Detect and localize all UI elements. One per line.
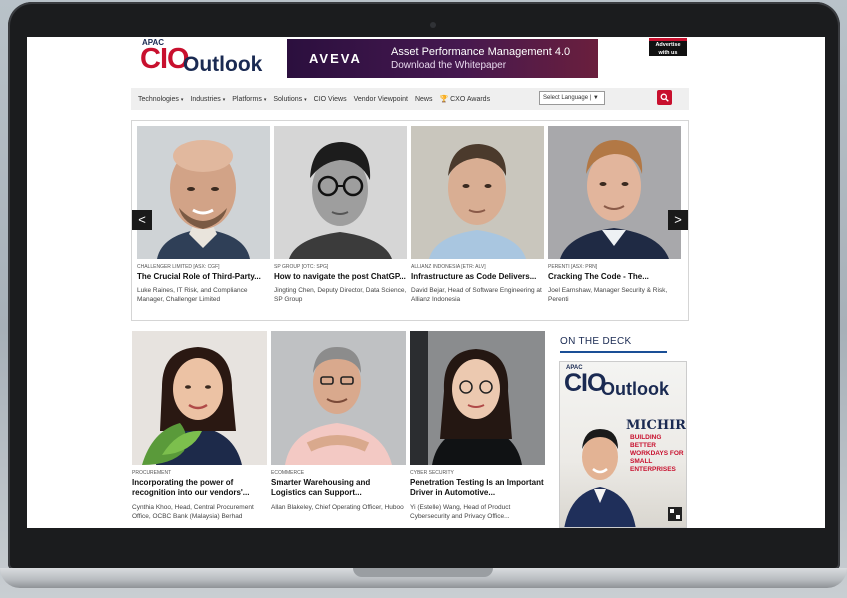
nav-label: Technologies: [138, 95, 179, 103]
nav-item-cio-views[interactable]: CIO Views: [314, 96, 347, 103]
site-logo[interactable]: APAC CIO Outlook: [140, 38, 270, 82]
nav-item-solutions[interactable]: Solutions ▾: [273, 96, 306, 103]
profile-photo: [548, 126, 681, 259]
nav-label: CIO Views: [313, 95, 347, 103]
section-heading: ON THE DECK: [560, 336, 632, 347]
nav-item-platforms[interactable]: Platforms ▾: [232, 96, 266, 103]
carousel-card[interactable]: PERENTI [ASX: PRN] Cracking The Code - T…: [548, 126, 681, 304]
chevron-down-icon: ▾: [222, 96, 226, 103]
mag-cio: CIO: [564, 369, 606, 397]
logo-cio: CIO: [140, 43, 190, 75]
search-button[interactable]: [657, 90, 672, 105]
profile-photo: [132, 331, 267, 465]
article-card[interactable]: PROCUREMENT Incorporating the power of r…: [132, 331, 267, 521]
article-title[interactable]: How to navigate the post ChatGP...: [274, 272, 407, 281]
author-info: David Bejar, Head of Software Engineerin…: [411, 287, 542, 303]
nav-item-vendor-viewpoint[interactable]: Vendor Viewpoint: [354, 96, 408, 103]
main-nav: Technologies ▾ Industries ▾ Platforms ▾ Sol…: [131, 88, 689, 110]
nav-label: 🏆 CXO Awards: [439, 96, 491, 103]
company-tag: SP GROUP [OTC: SPG]: [274, 264, 329, 270]
carousel-card[interactable]: ALLIANZ INDONESIA [ETR: ALV] Infrastruct…: [411, 126, 544, 304]
profile-photo: [411, 126, 544, 259]
article-title[interactable]: Cracking The Code - The...: [548, 272, 681, 281]
laptop-notch: [353, 568, 493, 577]
author-info: Joel Earnshaw, Manager Security & Risk, …: [548, 287, 668, 303]
profile-photo: [271, 331, 406, 465]
article-title[interactable]: Incorporating the power of recognition i…: [132, 478, 267, 498]
article-card[interactable]: ECOMMERCE Smarter Warehousing and Logist…: [271, 331, 406, 512]
article-title[interactable]: The Crucial Role of Third-Party...: [137, 272, 270, 281]
article-title[interactable]: Smarter Warehousing and Logistics can Su…: [271, 478, 406, 498]
chevron-down-icon: ▾: [304, 96, 307, 103]
banner-title: Asset Performance Management 4.0: [391, 46, 571, 58]
profile-photo: [410, 331, 545, 465]
mag-headline: BUILDING BETTER WORKDAYS FOR SMALL ENTER…: [630, 434, 684, 473]
camera-icon: [430, 22, 436, 28]
author-info: Luke Raines, IT Risk, and Compliance Man…: [137, 287, 248, 303]
chevron-down-icon: ▾: [263, 96, 267, 103]
magazine-cover[interactable]: APAC CIO Outlook MICHIRU BUILDING BETTER…: [559, 361, 687, 528]
article-card[interactable]: CYBER SECURITY Penetration Testing Is an…: [410, 331, 545, 521]
category-tag: PROCUREMENT: [132, 470, 172, 476]
mag-outlook: Outlook: [601, 379, 669, 399]
carousel-next-button[interactable]: >: [668, 210, 688, 230]
language-select[interactable]: Select Language | ▼: [539, 91, 605, 105]
ad-banner[interactable]: AVEVA Asset Performance Management 4.0 D…: [287, 39, 598, 78]
nav-label: Industries: [190, 95, 221, 103]
company-tag: PERENTI [ASX: PRN]: [548, 264, 598, 270]
author-info: Jingting Chen, Deputy Director, Data Sci…: [274, 287, 407, 303]
mag-company: MICHIRU: [626, 418, 686, 433]
nav-item-news[interactable]: News: [415, 96, 433, 103]
nav-label: Solutions: [273, 95, 303, 103]
author-info: Cynthia Khoo, Head, Central Procurement …: [132, 504, 254, 520]
profile-photo: [137, 126, 270, 259]
article-title[interactable]: Infrastructure as Code Delivers...: [411, 272, 544, 281]
nav-item-technologies[interactable]: Technologies ▾: [138, 96, 183, 103]
nav-label: Platforms: [232, 95, 262, 103]
advertise-line1: Advertise: [655, 42, 681, 48]
article-title[interactable]: Penetration Testing Is an Important Driv…: [410, 478, 545, 498]
logo-outlook: Outlook: [183, 53, 263, 76]
author-info: Allan Blakeley, Chief Operating Officer,…: [271, 504, 404, 511]
chevron-down-icon: ▾: [180, 96, 184, 103]
nav-item-cxo-awards[interactable]: 🏆 CXO Awards: [439, 95, 490, 103]
nav-label: News: [414, 95, 433, 103]
carousel-prev-button[interactable]: <: [132, 210, 152, 230]
nav-label: Vendor Viewpoint: [353, 95, 408, 103]
banner-brand: AVEVA: [309, 51, 362, 66]
featured-carousel: CHALLENGER LIMITED [ASX: CGF] The Crucia…: [131, 120, 689, 321]
category-tag: CYBER SECURITY: [410, 470, 454, 476]
search-icon: [660, 93, 669, 102]
company-tag: CHALLENGER LIMITED [ASX: CGF]: [137, 264, 220, 270]
nav-item-industries[interactable]: Industries ▾: [190, 96, 225, 103]
company-tag: ALLIANZ INDONESIA [ETR: ALV]: [411, 264, 486, 270]
author-info: Yi (Estelle) Wang, Head of Product Cyber…: [410, 504, 511, 520]
advertise-line2: with us: [658, 50, 678, 56]
carousel-card[interactable]: CHALLENGER LIMITED [ASX: CGF] The Crucia…: [137, 126, 270, 304]
category-tag: ECOMMERCE: [271, 470, 305, 476]
divider: [560, 351, 667, 353]
browser-screen: APAC CIO Outlook AVEVA Asset Performance…: [27, 37, 825, 528]
advertise-button[interactable]: Advertise with us: [649, 38, 687, 56]
profile-photo: [274, 126, 407, 259]
banner-subtitle: Download the Whitepaper: [391, 60, 507, 71]
carousel-card[interactable]: SP GROUP [OTC: SPG] How to navigate the …: [274, 126, 407, 304]
